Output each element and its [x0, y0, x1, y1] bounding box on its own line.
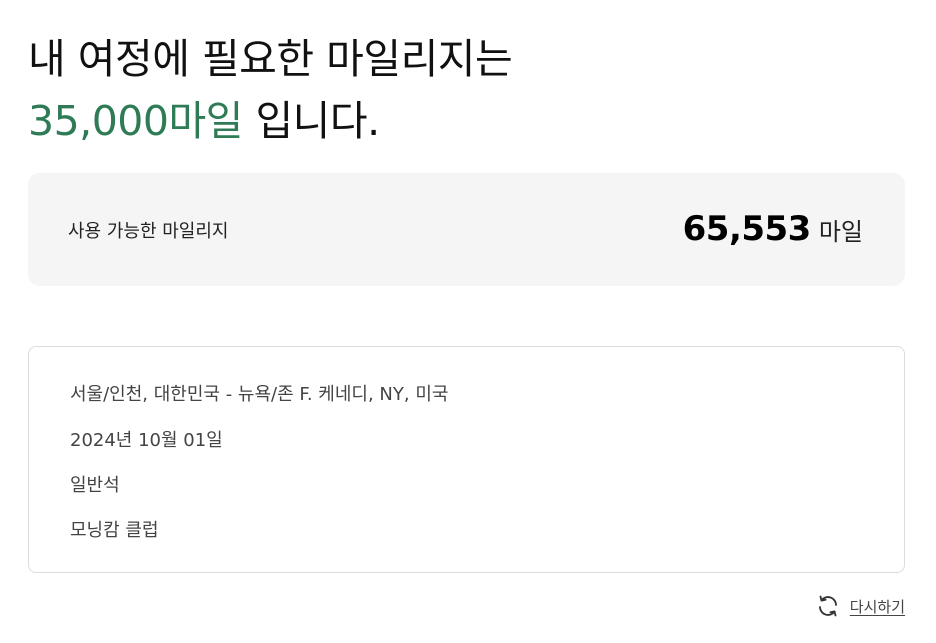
trip-date: 2024년 10월 01일 — [70, 430, 223, 451]
trip-route: 서울/인천, 대한민국 - 뉴욕/존 F. 케네디, NY, 미국 — [70, 384, 449, 405]
available-mileage-unit: 마일 — [818, 218, 863, 246]
mileage-result-page: 내 여정에 필요한 마일리지는 35,000마일 입니다. 사용 가능한 마일리… — [0, 0, 936, 643]
headline-suffix: 입니다. — [242, 97, 380, 145]
required-miles: 35,000마일 — [28, 97, 243, 145]
refresh-icon — [816, 594, 840, 618]
trip-cabin: 일반석 — [70, 475, 120, 496]
trip-summary-card: 서울/인천, 대한민국 - 뉴욕/존 F. 케네디, NY, 미국 2024년 … — [28, 346, 905, 573]
reset-label: 다시하기 — [849, 597, 905, 616]
trip-membership: 모닝캄 클럽 — [70, 520, 159, 541]
available-mileage-amount: 65,553 — [682, 209, 812, 249]
headline-line-1: 내 여정에 필요한 마일리지는 — [28, 35, 513, 83]
headline-line-2: 35,000마일 입니다. — [28, 90, 512, 152]
reset-button[interactable]: 다시하기 — [816, 594, 905, 618]
available-mileage-label: 사용 가능한 마일리지 — [68, 221, 229, 242]
available-mileage-value: 65,553 마일 — [683, 209, 863, 249]
headline: 내 여정에 필요한 마일리지는 35,000마일 입니다. — [28, 28, 513, 152]
available-mileage-card: 사용 가능한 마일리지 65,553 마일 — [28, 173, 905, 286]
